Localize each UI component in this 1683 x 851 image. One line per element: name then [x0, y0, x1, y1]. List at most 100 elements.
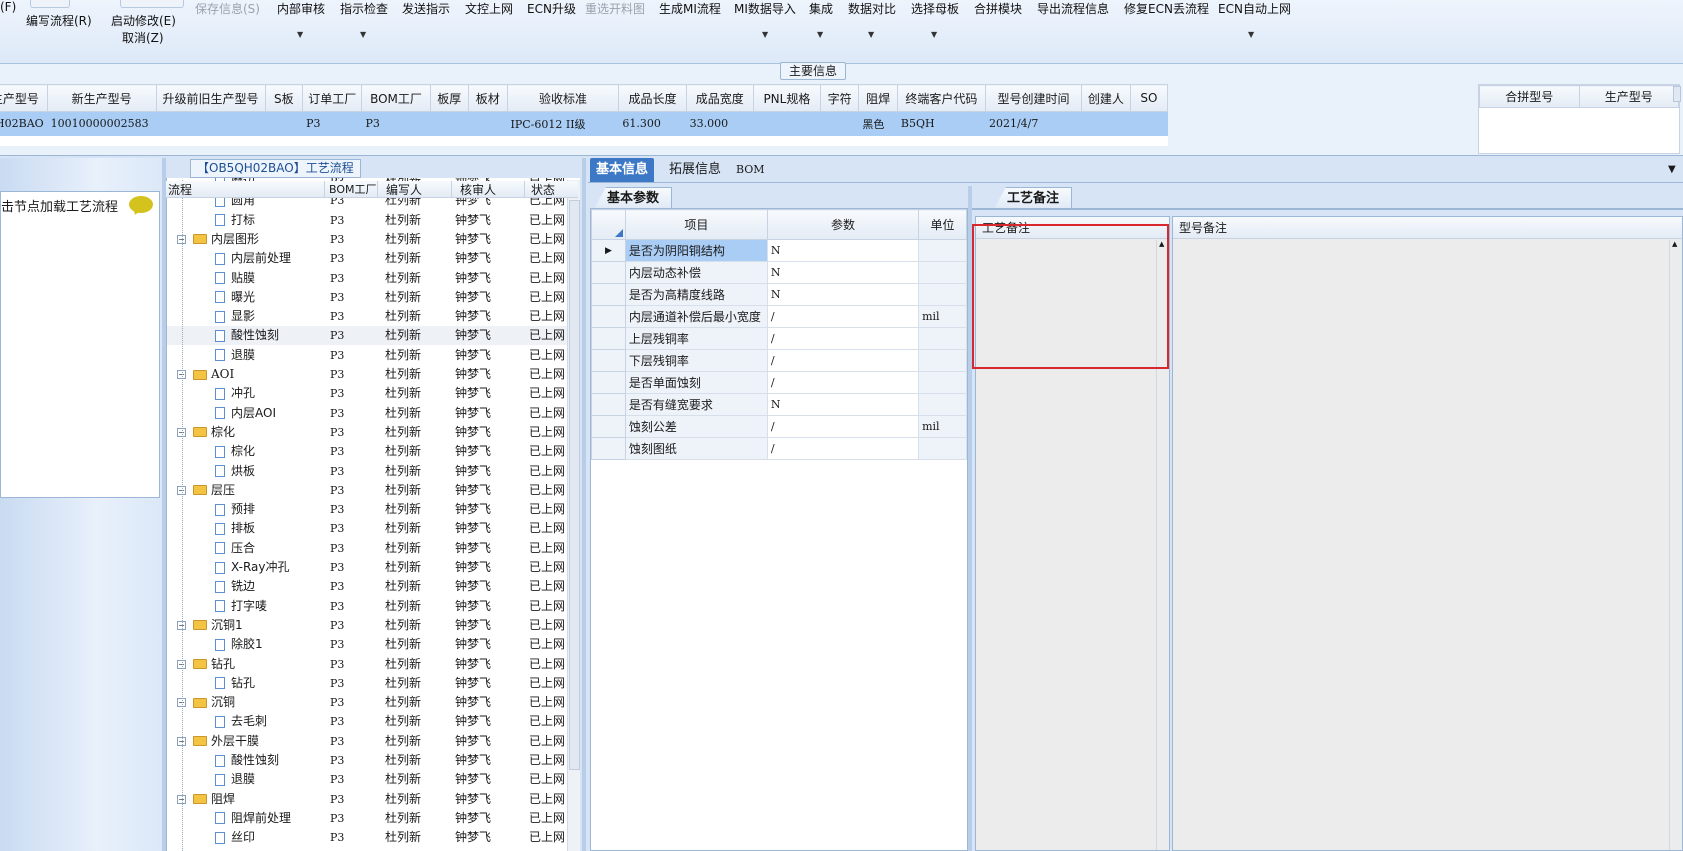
tree-node[interactable]: 预排 P3 杜列新 钟梦飞 已上网	[167, 500, 580, 519]
dropdown-arrow-icon[interactable]: ▼	[1668, 164, 1676, 175]
generate-mi-flow-button[interactable]: 生成MI流程	[659, 0, 721, 17]
grid-cell[interactable]: 61.300	[618, 111, 687, 136]
splitter[interactable]	[582, 158, 586, 851]
param-item-cell[interactable]: 上层残铜率	[624, 327, 768, 350]
column-header[interactable]: BOM工厂	[324, 181, 377, 198]
splitter[interactable]	[162, 158, 166, 851]
column-header[interactable]: 合拼型号	[1479, 85, 1580, 108]
flow-tree[interactable]: 磨边P3杜列新钟梦飞已上网圆角P3杜列新钟梦飞已上网打标P3杜列新钟梦飞已上网−…	[166, 178, 580, 851]
grid-cell[interactable]: 10010000002583	[46, 111, 157, 136]
column-header[interactable]: 字符	[819, 84, 860, 112]
param-value-cell[interactable]: /	[766, 327, 920, 350]
scrollbar[interactable]: ▲	[567, 180, 580, 851]
tree-node[interactable]: − 阻焊 P3 杜列新 钟梦飞 已上网	[167, 790, 580, 809]
param-item-cell[interactable]: 是否单面蚀刻	[624, 371, 768, 394]
column-header[interactable]: 板材	[468, 84, 508, 112]
param-row[interactable]: 是否为高精度线路 N	[591, 283, 967, 306]
instruction-check-button[interactable]: 指示检查	[340, 0, 388, 17]
row-selector[interactable]	[591, 305, 626, 328]
grid-cell[interactable]: QH02BAO	[0, 111, 48, 136]
row-selector[interactable]	[591, 371, 626, 394]
grid-cell[interactable]: IPC-6012 II级	[506, 111, 620, 136]
param-unit-cell[interactable]	[918, 261, 967, 284]
tree-node[interactable]: 退膜 P3 杜列新 钟梦飞 已上网	[167, 346, 580, 365]
param-row[interactable]: 蚀刻公差 / mil	[591, 415, 967, 438]
param-unit-cell[interactable]: mil	[918, 305, 967, 328]
grid-cell[interactable]	[429, 111, 469, 136]
tree-node[interactable]: − 层压 P3 杜列新 钟梦飞 已上网	[167, 481, 580, 500]
column-header[interactable]: 参数	[766, 209, 920, 240]
tab-bom[interactable]: BOM	[730, 158, 771, 182]
param-item-cell[interactable]: 内层动态补偿	[624, 261, 768, 284]
column-header[interactable]: 阻焊	[858, 84, 898, 112]
tree-node[interactable]: − 沉铜 P3 杜列新 钟梦飞 已上网	[167, 693, 580, 712]
tree-node[interactable]: 曝光 P3 杜列新 钟梦飞 已上网	[167, 288, 580, 307]
tab-basic-info[interactable]: 基本信息	[590, 158, 655, 182]
basic-params-grid[interactable]: 项目 参数 单位 ▶ 是否为阴阳铜结构 N 内层动态补偿 N 是否为高精度线路 N 内层通道补…	[590, 208, 968, 851]
dropdown-arrow-icon[interactable]: ▼	[762, 30, 768, 39]
ecn-upgrade-button[interactable]: ECN升级	[527, 0, 576, 17]
tree-node[interactable]: 内层AOI P3 杜列新 钟梦飞 已上网	[167, 404, 580, 423]
select-master-board-button[interactable]: 选择母板	[911, 0, 959, 17]
column-header[interactable]: BOM工厂	[361, 84, 431, 112]
dropdown-arrow-icon[interactable]: ▼	[1248, 30, 1254, 39]
param-item-cell[interactable]: 是否为阴阳铜结构	[624, 239, 768, 262]
param-item-cell[interactable]: 蚀刻公差	[624, 415, 768, 438]
param-row[interactable]: 上层残铜率 /	[591, 327, 967, 350]
grid-cell[interactable]: 2021/4/7	[984, 111, 1082, 136]
column-header[interactable]: 订单工厂	[302, 84, 363, 112]
param-unit-cell[interactable]	[918, 327, 967, 350]
param-row[interactable]: ▶ 是否为阴阳铜结构 N	[591, 239, 967, 262]
row-selector[interactable]	[591, 261, 626, 284]
param-item-cell[interactable]: 是否为高精度线路	[624, 283, 768, 306]
grid-cell[interactable]	[819, 111, 860, 136]
column-header[interactable]: 验收标准	[506, 84, 620, 112]
toolbar-item[interactable]: (F)	[0, 0, 16, 14]
tab-extended-info[interactable]: 拓展信息	[663, 158, 727, 182]
param-unit-cell[interactable]	[918, 349, 967, 372]
column-header[interactable]: 板厚	[429, 84, 469, 112]
param-item-cell[interactable]: 内层通道补偿后最小宽度	[624, 305, 768, 328]
select-all-corner[interactable]	[591, 209, 626, 240]
grid-cell[interactable]: 33.000	[685, 111, 754, 136]
grid-cell[interactable]	[752, 111, 821, 136]
tree-node[interactable]: X-Ray冲孔 P3 杜列新 钟梦飞 已上网	[167, 558, 580, 577]
row-selector[interactable]: ▶	[591, 239, 626, 262]
column-header[interactable]: 单位	[918, 209, 967, 240]
column-header[interactable]: PNL规格	[752, 84, 821, 112]
grid-cell[interactable]	[264, 111, 304, 136]
dropdown-arrow-icon[interactable]: ▼	[297, 30, 303, 39]
tree-node[interactable]: 压合 P3 杜列新 钟梦飞 已上网	[167, 539, 580, 558]
param-row[interactable]: 蚀刻图纸 /	[591, 437, 967, 460]
param-row[interactable]: 内层动态补偿 N	[591, 261, 967, 284]
basic-params-tab[interactable]: 基本参数	[594, 187, 673, 209]
grid-cell[interactable]	[155, 111, 266, 136]
param-value-cell[interactable]: N	[766, 393, 920, 416]
tree-node[interactable]: 酸性蚀刻 P3 杜列新 钟梦飞 已上网	[167, 326, 580, 346]
param-item-cell[interactable]: 是否有缝宽要求	[624, 393, 768, 416]
flow-hint-panel[interactable]: 击节点加载工艺流程	[0, 191, 160, 498]
dropdown-arrow-icon[interactable]: ▼	[817, 30, 823, 39]
param-value-cell[interactable]: N	[766, 261, 920, 284]
tree-node[interactable]: 贴膜 P3 杜列新 钟梦飞 已上网	[167, 269, 580, 288]
tree-node[interactable]: − 钻孔 P3 杜列新 钟梦飞 已上网	[167, 655, 580, 674]
param-value-cell[interactable]: /	[766, 305, 920, 328]
reselect-cutting-button[interactable]: 重选开料图	[585, 0, 645, 17]
column-header[interactable]: 新生产型号	[46, 84, 157, 112]
param-value-cell[interactable]: N	[766, 239, 920, 262]
model-note-panel[interactable]: 型号备注 ▲	[1172, 216, 1683, 851]
param-item-cell[interactable]: 蚀刻图纸	[624, 437, 768, 460]
row-selector[interactable]	[591, 415, 626, 438]
param-unit-cell[interactable]: mil	[918, 415, 967, 438]
scrollbar[interactable]	[1673, 86, 1681, 102]
tree-node[interactable]: − AOI P3 杜列新 钟梦飞 已上网	[167, 365, 580, 384]
param-value-cell[interactable]: N	[766, 283, 920, 306]
param-row[interactable]: 是否单面蚀刻 /	[591, 371, 967, 394]
grid-cell[interactable]	[468, 111, 508, 136]
row-selector[interactable]	[591, 393, 626, 416]
param-row[interactable]: 是否有缝宽要求 N	[591, 393, 967, 416]
tree-node[interactable]: 除胶1 P3 杜列新 钟梦飞 已上网	[167, 635, 580, 654]
tree-node[interactable]: − 棕化 P3 杜列新 钟梦飞 已上网	[167, 423, 580, 442]
merge-module-button[interactable]: 合拼模块	[974, 0, 1022, 17]
tree-node[interactable]: − 沉铜1 P3 杜列新 钟梦飞 已上网	[167, 616, 580, 635]
